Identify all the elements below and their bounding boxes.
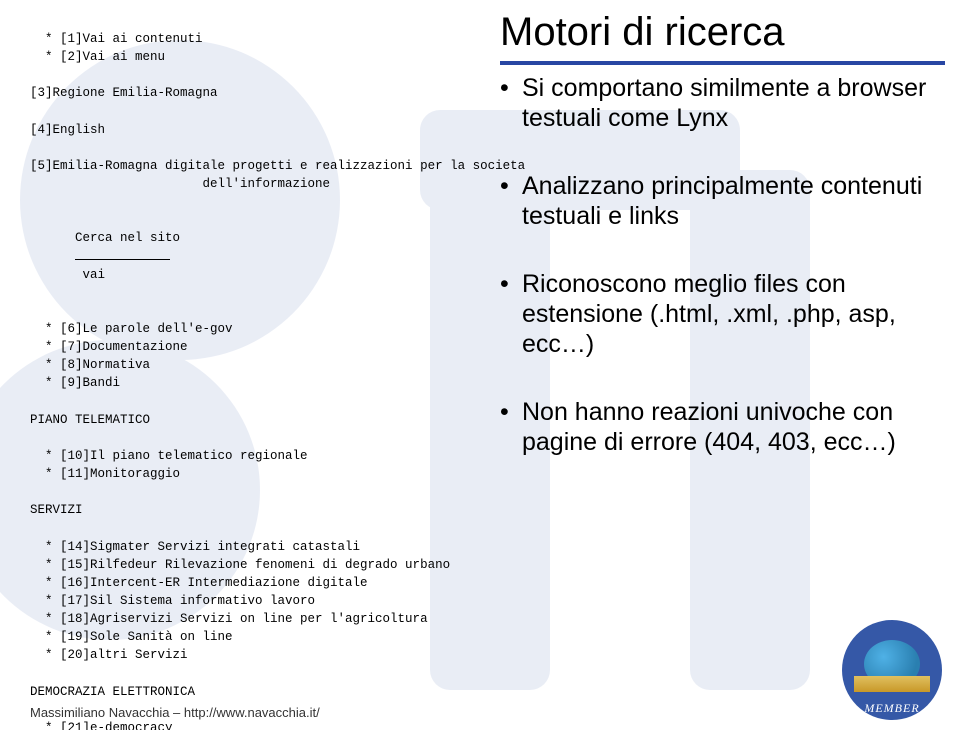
lynx-line — [30, 393, 450, 411]
lynx-line: DEMOCRAZIA ELETTRONICA — [30, 683, 450, 701]
lynx-line: PIANO TELEMATICO — [30, 411, 450, 429]
lynx-line: * [19]Sole Sanità on line — [30, 628, 450, 646]
lynx-line — [30, 483, 450, 501]
lynx-line: * [11]Monitoraggio — [30, 465, 450, 483]
lynx-line: * [6]Le parole dell'e-gov — [30, 320, 450, 338]
lynx-line: * [1]Vai ai contenuti — [30, 30, 450, 48]
lynx-line: [3]Regione Emilia-Romagna — [30, 84, 450, 102]
lynx-line — [30, 66, 450, 84]
lynx-line: * [21]e-democracy — [30, 719, 450, 730]
lynx-line — [30, 193, 450, 211]
search-trail: vai — [75, 268, 105, 282]
footer-credit: Massimiliano Navacchia – http://www.nava… — [30, 705, 320, 720]
bullet-item: Analizzano principalmente contenuti test… — [500, 171, 945, 231]
badge-member-text: MEMBER — [842, 701, 942, 716]
lynx-line: dell'informazione — [30, 175, 450, 193]
lynx-line: * [18]Agriservizi Servizi on line per l'… — [30, 610, 450, 628]
lynx-line: * [7]Documentazione — [30, 338, 450, 356]
globe-icon — [864, 640, 920, 688]
search-label: Cerca nel sito — [75, 231, 180, 245]
iwa-member-badge: MEMBER — [842, 620, 942, 720]
lynx-line — [30, 519, 450, 537]
lynx-line: * [9]Bandi — [30, 374, 450, 392]
slide-title: Motori di ricerca — [500, 10, 945, 55]
bullet-item: Riconoscono meglio files con estensione … — [500, 269, 945, 359]
bullet-item: Si comportano similmente a browser testu… — [500, 73, 945, 133]
lynx-line — [30, 664, 450, 682]
lynx-line — [30, 429, 450, 447]
bullet-item: Non hanno reazioni univoche con pagine d… — [500, 397, 945, 457]
lynx-line: SERVIZI — [30, 501, 450, 519]
lynx-line: * [16]Intercent-ER Intermediazione digit… — [30, 574, 450, 592]
lynx-line — [30, 302, 450, 320]
lynx-line — [30, 103, 450, 121]
lynx-line: [4]English — [30, 121, 450, 139]
lynx-line: * [17]Sil Sistema informativo lavoro — [30, 592, 450, 610]
lynx-line: * [2]Vai ai menu — [30, 48, 450, 66]
lynx-line: * [8]Normativa — [30, 356, 450, 374]
lynx-line — [30, 139, 450, 157]
lynx-line: * [14]Sigmater Servizi integrati catasta… — [30, 538, 450, 556]
lynx-line: * [15]Rilfedeur Rilevazione fenomeni di … — [30, 556, 450, 574]
bullet-list: Si comportano similmente a browser testu… — [500, 73, 945, 457]
lynx-text-dump: * [1]Vai ai contenuti * [2]Vai ai menu [… — [30, 30, 450, 730]
search-input-placeholder — [75, 259, 170, 260]
title-rule — [500, 61, 945, 65]
lynx-line: [5]Emilia-Romagna digitale progetti e re… — [30, 157, 450, 175]
lynx-line: * [20]altri Servizi — [30, 646, 450, 664]
lynx-line: * [10]Il piano telematico regionale — [30, 447, 450, 465]
